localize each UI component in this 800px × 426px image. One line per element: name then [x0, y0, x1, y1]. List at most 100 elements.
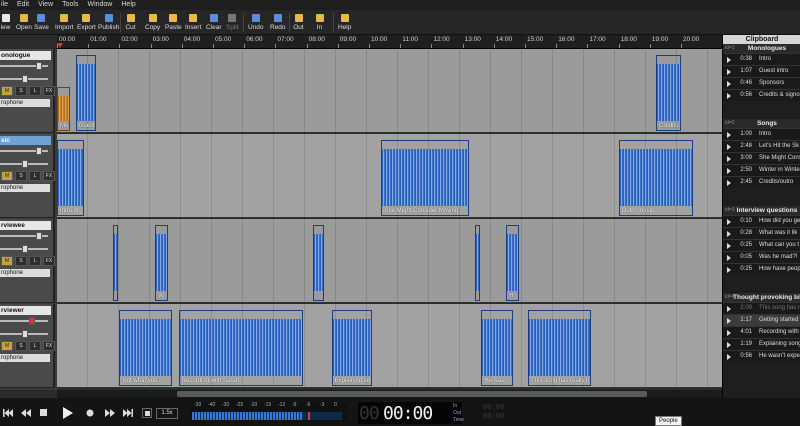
mute-button[interactable]: M: [1, 341, 13, 351]
toolbar-clear-button[interactable]: Clear: [206, 11, 222, 34]
track-name[interactable]: onologue: [0, 51, 51, 60]
track-area[interactable]: Mon Guest Credits Intro m She Might Consider…: [57, 49, 722, 390]
horizontal-scrollbar[interactable]: [57, 390, 722, 398]
toolbar-paste-button[interactable]: Paste: [165, 11, 182, 34]
clipboard-item[interactable]: 0:46 Sponsors: [723, 77, 800, 89]
toolbar-export-button[interactable]: Export: [77, 11, 96, 34]
clipboard-item[interactable]: 0:05 Was he mad?!: [723, 251, 800, 263]
toolbar-out-button[interactable]: Out: [293, 11, 304, 34]
rewind-icon[interactable]: [20, 407, 32, 419]
play-icon[interactable]: [727, 231, 731, 237]
solo-button[interactable]: S: [15, 341, 27, 351]
audio-clip[interactable]: This song has really had: [528, 310, 591, 386]
play-icon[interactable]: [727, 330, 731, 336]
pan-slider[interactable]: [0, 160, 48, 168]
play-icon[interactable]: [727, 219, 731, 225]
audio-clip[interactable]: He wasn': [481, 310, 513, 386]
skip-start-icon[interactable]: [2, 407, 14, 419]
toolbar-undo-button[interactable]: Undo: [248, 11, 264, 34]
play-icon[interactable]: [727, 318, 731, 324]
menu-item-4[interactable]: Window: [87, 0, 112, 10]
menu-item-0[interactable]: ile: [1, 0, 8, 10]
volume-slider[interactable]: [0, 232, 48, 240]
play-icon[interactable]: [727, 156, 731, 162]
scrollbar-thumb[interactable]: [177, 391, 647, 397]
clipboard-item[interactable]: 0:56 He wasn't expe: [723, 350, 800, 362]
audio-clip[interactable]: Recording with Sarah: [178, 310, 304, 386]
effects-button[interactable]: FX: [43, 341, 55, 351]
effects-button[interactable]: FX: [43, 256, 55, 266]
track-input-select[interactable]: rophone: [0, 184, 50, 192]
track-input-select[interactable]: rophone: [0, 354, 50, 362]
menu-item-1[interactable]: Edit: [17, 0, 29, 10]
playback-speed[interactable]: 1.5x: [156, 408, 178, 419]
clipboard-item[interactable]: 0:56 Credits & signo: [723, 89, 800, 101]
loop-stop-icon[interactable]: [142, 408, 152, 418]
slider-knob[interactable]: [22, 245, 28, 253]
toolbar-help-button[interactable]: Help: [338, 11, 351, 34]
clipboard-item[interactable]: 2:09 This song has r: [723, 302, 800, 314]
mute-button[interactable]: M: [1, 86, 13, 96]
toolbar-in-button[interactable]: In: [314, 11, 325, 34]
play-icon[interactable]: [727, 144, 731, 150]
fast-forward-icon[interactable]: [104, 407, 116, 419]
slider-knob[interactable]: [36, 62, 43, 70]
pan-slider[interactable]: [0, 75, 48, 83]
clipboard-item[interactable]: 0:28 What was it lik: [723, 227, 800, 239]
slider-knob[interactable]: [22, 160, 28, 168]
track-input-select[interactable]: rophone: [0, 269, 50, 277]
effects-button[interactable]: FX: [43, 171, 55, 181]
solo-button[interactable]: S: [15, 256, 27, 266]
toolbar-import-button[interactable]: Import: [55, 11, 73, 34]
clipboard-item[interactable]: 1:19 Explaining song: [723, 338, 800, 350]
audio-clip[interactable]: Credits: [656, 55, 681, 131]
track-name[interactable]: rviewee: [0, 221, 51, 230]
menu-item-2[interactable]: View: [38, 0, 53, 10]
toolbar-save-button[interactable]: Save: [34, 11, 49, 34]
skip-end-icon[interactable]: [122, 407, 134, 419]
stop-icon[interactable]: [38, 407, 50, 419]
mute-button[interactable]: M: [1, 171, 13, 181]
volume-slider[interactable]: [0, 317, 48, 325]
clipboard-item[interactable]: 1:17 Getting started: [723, 314, 800, 326]
play-icon[interactable]: [727, 255, 731, 261]
lock-button[interactable]: L: [29, 256, 41, 266]
slider-knob[interactable]: [22, 75, 28, 83]
audio-clip[interactable]: Not what you': [119, 310, 173, 386]
effects-button[interactable]: FX: [43, 86, 55, 96]
play-icon[interactable]: [727, 180, 731, 186]
toolbar-cut-button[interactable]: Cut: [125, 11, 136, 34]
audio-clip[interactable]: She Might Consider Moving: [381, 140, 469, 216]
audio-clip[interactable]: W: [155, 225, 168, 301]
play-icon[interactable]: [727, 342, 731, 348]
toolbar-insert-button[interactable]: Insert: [185, 11, 201, 34]
track-lane[interactable]: Intro m She Might Consider Moving Outro mu…: [57, 134, 722, 218]
play-icon[interactable]: [727, 306, 731, 312]
slider-knob[interactable]: [22, 330, 28, 338]
track-header[interactable]: onologue M S L FX rophone: [0, 49, 55, 133]
toolbar-split-button[interactable]: Split: [226, 11, 239, 34]
slider-knob[interactable]: [36, 232, 43, 240]
record-icon[interactable]: [84, 407, 96, 419]
play-icon[interactable]: [727, 354, 731, 360]
clipboard-section-header[interactable]: id=4 Thought provoking bits: [723, 293, 800, 302]
menu-item-5[interactable]: Help: [121, 0, 135, 10]
clipboard-section-header[interactable]: id=2 Songs: [723, 119, 800, 128]
play-icon[interactable]: [727, 168, 731, 174]
toolbar-iew-button[interactable]: iew: [0, 11, 11, 34]
track-header[interactable]: rviewee M S L FX rophone: [0, 219, 55, 303]
clipboard-item[interactable]: 0:25 What can you t: [723, 239, 800, 251]
play-icon[interactable]: [727, 132, 731, 138]
track-lane[interactable]: Mon Guest Credits: [57, 49, 722, 133]
clipboard-item[interactable]: 0:10 How did you ge: [723, 215, 800, 227]
slider-knob[interactable]: [28, 317, 35, 325]
audio-clip[interactable]: Guest: [75, 55, 96, 131]
clipboard-item[interactable]: 2:45 Credits/outro: [723, 176, 800, 188]
playhead-marker[interactable]: [57, 43, 63, 48]
track-header[interactable]: sic M S L FX rophone: [0, 134, 55, 218]
clipboard-section-header[interactable]: id=1 Monologues: [723, 44, 800, 53]
volume-slider[interactable]: [0, 62, 48, 70]
audio-clip[interactable]: [312, 225, 324, 301]
audio-clip[interactable]: [475, 225, 480, 301]
timeline-ruler[interactable]: 00:00 01:00 02:00 03:00 04:00 05:00 06:00 07:00…: [57, 35, 722, 49]
